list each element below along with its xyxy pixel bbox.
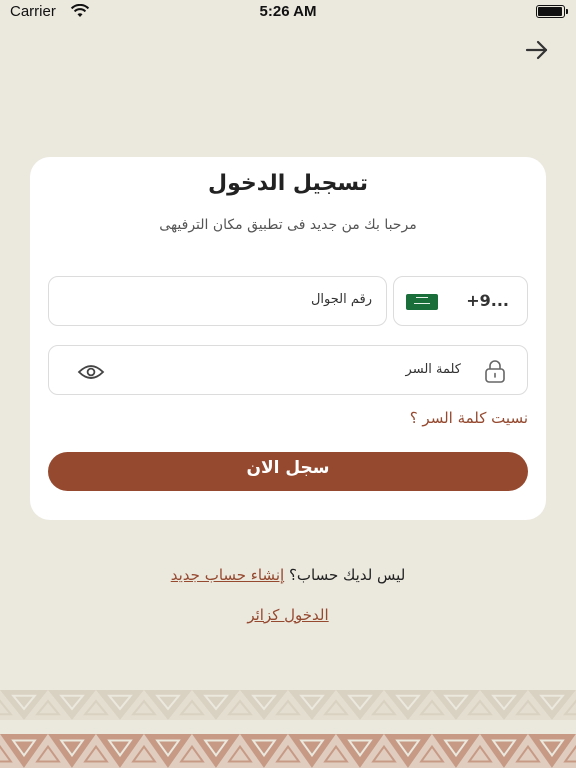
guest-login-link[interactable]: الدخول كزائر [0, 606, 576, 624]
status-bar: Carrier 5:26 AM [0, 0, 576, 24]
password-input[interactable]: كلمة السر [48, 345, 528, 395]
phone-input[interactable]: رقم الجوال [48, 276, 387, 326]
country-code-selector[interactable]: +9... [393, 276, 528, 326]
saudi-flag-icon [406, 294, 438, 310]
battery-icon [536, 5, 568, 18]
phone-input-placeholder: رقم الجوال [310, 292, 372, 307]
login-card: تسجيل الدخول مرحبا بك من جديد فى تطبيق م… [30, 157, 546, 520]
arrow-right-icon[interactable] [524, 38, 550, 62]
password-input-placeholder: كلمة السر [405, 362, 461, 377]
country-code: +9... [466, 291, 509, 310]
create-account-link[interactable]: إنشاء حساب جديد [171, 566, 284, 584]
decorative-pattern [0, 688, 576, 768]
lock-icon [485, 360, 505, 383]
forgot-password-link[interactable]: نسيت كلمة السر ؟ [410, 409, 528, 427]
no-account-text: ليس لديك حساب؟ [284, 566, 406, 584]
welcome-subtitle: مرحبا بك من جديد فى تطبيق مكان الترفيهى [159, 217, 417, 233]
clock: 5:26 AM [259, 3, 317, 20]
login-button[interactable]: سجل الان [48, 452, 528, 491]
eye-icon[interactable] [77, 363, 105, 381]
page-title: تسجيل الدخول [207, 171, 369, 196]
signup-prompt: ليس لديك حساب؟ إنشاء حساب جديد [0, 566, 576, 584]
